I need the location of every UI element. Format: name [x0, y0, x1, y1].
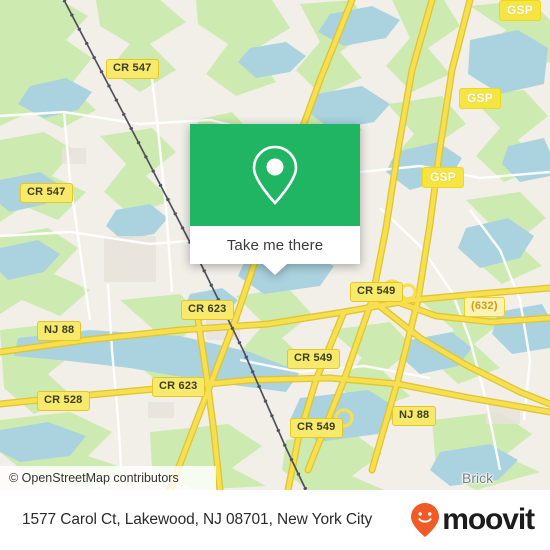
- road-shield: (632): [464, 297, 505, 317]
- moovit-wordmark: moovit: [442, 503, 535, 536]
- road-shield: NJ 88: [37, 321, 82, 341]
- road-shield: CR 547: [106, 59, 159, 79]
- take-me-there-button[interactable]: Take me there: [227, 237, 323, 254]
- popup-caret: [263, 264, 287, 275]
- road-shield: GSP: [499, 0, 541, 21]
- popup-footer[interactable]: Take me there: [190, 226, 360, 275]
- road-shield: CR 623: [181, 300, 234, 320]
- road-shield: CR 547: [20, 183, 73, 203]
- road-shield: CR 549: [350, 282, 403, 302]
- moovit-smiley-pin-icon: [411, 503, 440, 537]
- map-canvas[interactable]: CR 547 CR 547 GSP GSP GSP CR 623 CR 549 (632) NJ…: [0, 0, 550, 490]
- osm-attribution: © OpenStreetMap contributors: [0, 466, 216, 490]
- road-shield: CR 623: [152, 377, 205, 397]
- road-shield: CR 549: [290, 418, 343, 438]
- road-shield: GSP: [422, 167, 464, 188]
- map-pin-icon: [252, 145, 298, 205]
- location-popup-card[interactable]: Take me there: [190, 124, 360, 275]
- osm-attribution-text[interactable]: © OpenStreetMap contributors: [0, 471, 179, 485]
- map-screenshot: CR 547 CR 547 GSP GSP GSP CR 623 CR 549 (632) NJ…: [0, 0, 550, 550]
- road-shield: CR 528: [37, 391, 90, 411]
- road-shield: NJ 88: [392, 406, 437, 426]
- address-text: 1577 Carol Ct, Lakewood, NJ 08701, New Y…: [22, 511, 373, 528]
- popup-image-area: [190, 124, 360, 226]
- bottom-bar: 1577 Carol Ct, Lakewood, NJ 08701, New Y…: [0, 490, 550, 550]
- moovit-logo[interactable]: moovit: [410, 502, 535, 538]
- road-shield: CR 549: [287, 349, 340, 369]
- place-label: Brick: [462, 470, 494, 486]
- road-shield: GSP: [459, 88, 501, 109]
